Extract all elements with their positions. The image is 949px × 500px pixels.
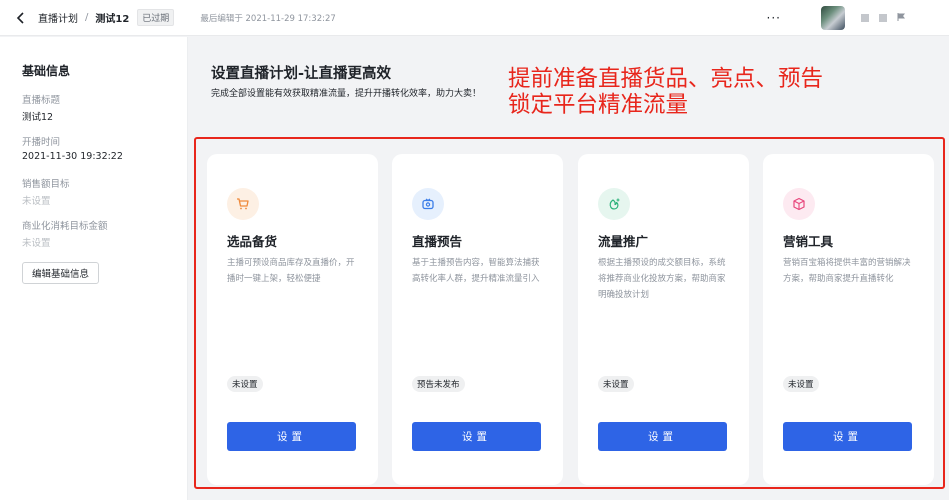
card-status-badge: 未设置 xyxy=(598,376,634,392)
card-setup-button[interactable]: 设置 xyxy=(412,422,541,451)
card-title: 选品备货 xyxy=(227,234,278,249)
card-description: 基于主播预告内容，智能算法捕获高转化率人群，提升精准流量引入 xyxy=(412,258,540,284)
field-label-sales-target: 销售额目标 xyxy=(22,179,70,190)
flag-icon[interactable] xyxy=(897,12,905,24)
card-title: 直播预告 xyxy=(412,234,463,249)
card-status-badge: 未设置 xyxy=(227,376,263,392)
annotation-text: 提前准备直播货品、亮点、预告 锁定平台精准流量 xyxy=(508,66,823,118)
page-title: 设置直播计划-让直播更高效 xyxy=(211,66,392,82)
gift-box-icon xyxy=(783,188,815,220)
card-traffic-promotion: 流量推广 根据主播预设的成交额目标，系统将推荐商业化投放方案，帮助商家明确投放计… xyxy=(578,154,749,485)
shopping-cart-icon xyxy=(227,188,259,220)
card-setup-button[interactable]: 设置 xyxy=(227,422,356,451)
sidebar-basic-info: 基础信息 直播标题 测试12 开播时间 2021-11-30 19:32:22 … xyxy=(0,37,188,500)
edit-basic-info-button[interactable]: 编辑基础信息 xyxy=(22,262,99,284)
field-label-start-time: 开播时间 xyxy=(22,137,61,148)
card-setup-button[interactable]: 设置 xyxy=(783,422,912,451)
status-badge: 已过期 xyxy=(137,9,175,26)
user-info-icon xyxy=(861,14,869,22)
more-icon[interactable]: ··· xyxy=(767,11,781,25)
last-edited-time: 最后编辑于 2021-11-29 17:32:27 xyxy=(200,13,336,24)
field-value-sales-target: 未设置 xyxy=(22,196,51,207)
page-subtitle: 完成全部设置能有效获取精准流量，提升开播转化效率，助力大卖！ xyxy=(211,89,482,99)
breadcrumb-separator: / xyxy=(85,12,89,23)
field-value-start-time: 2021-11-30 19:32:22 xyxy=(22,151,123,162)
field-value-ad-spend-target: 未设置 xyxy=(22,238,51,249)
card-title: 营销工具 xyxy=(783,234,834,249)
traffic-boost-icon xyxy=(598,188,630,220)
card-setup-button[interactable]: 设置 xyxy=(598,422,727,451)
back-arrow-icon[interactable] xyxy=(14,11,28,25)
card-product-selection: 选品备货 主播可预设商品库存及直播价，开播时一键上架，轻松便捷 未设置 设置 xyxy=(207,154,378,485)
sidebar-title: 基础信息 xyxy=(22,64,71,78)
card-status-badge: 预告未发布 xyxy=(412,376,465,392)
breadcrumb-root[interactable]: 直播计划 xyxy=(38,10,78,25)
card-live-preview: 直播预告 基于主播预告内容，智能算法捕获高转化率人群，提升精准流量引入 预告未发… xyxy=(392,154,563,485)
card-status-badge: 未设置 xyxy=(783,376,819,392)
field-value-live-title: 测试12 xyxy=(22,112,54,123)
card-description: 根据主播预设的成交额目标，系统将推荐商业化投放方案，帮助商家明确投放计划 xyxy=(598,258,726,300)
account-icon xyxy=(879,14,887,22)
top-bar: 直播计划 / 测试12 已过期 最后编辑于 2021-11-29 17:32:2… xyxy=(0,0,949,36)
field-label-live-title: 直播标题 xyxy=(22,95,61,106)
breadcrumb-current: 测试12 xyxy=(95,14,130,25)
avatar[interactable] xyxy=(821,6,845,30)
field-label-ad-spend-target: 商业化消耗目标金额 xyxy=(22,221,108,232)
card-description: 主播可预设商品库存及直播价，开播时一键上架，轻松便捷 xyxy=(227,258,355,284)
card-description: 营销百宝箱将提供丰富的营销解决方案，帮助商家提升直播转化 xyxy=(783,258,911,284)
card-marketing-tools: 营销工具 营销百宝箱将提供丰富的营销解决方案，帮助商家提升直播转化 未设置 设置 xyxy=(763,154,934,485)
video-camera-icon xyxy=(412,188,444,220)
card-title: 流量推广 xyxy=(598,234,649,249)
header-actions: ··· xyxy=(767,0,949,36)
annotation-line-1: 提前准备直播货品、亮点、预告 xyxy=(508,66,824,92)
annotation-line-2: 锁定平台精准流量 xyxy=(508,92,689,118)
